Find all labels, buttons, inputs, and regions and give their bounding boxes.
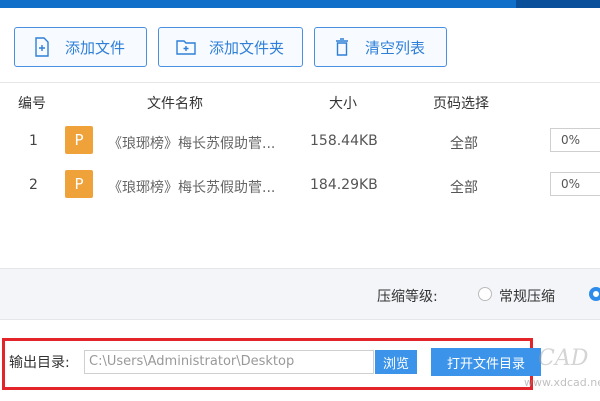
add-folder-button[interactable]: 添加文件夹: [158, 27, 303, 67]
add-file-button[interactable]: 添加文件: [14, 27, 147, 67]
file-name: 《琅琊榜》梅长苏假助菅...: [108, 180, 276, 196]
watermark-logo: CAD: [538, 346, 589, 371]
table-row[interactable]: 1 P 《琅琊榜》梅长苏假助菅... 158.44KB 全部 0%: [0, 120, 600, 164]
column-header-size: 大小: [329, 96, 357, 112]
file-size: 184.29KB: [310, 177, 378, 193]
table-row[interactable]: 2 P 《琅琊榜》梅长苏假助菅... 184.29KB 全部 0%: [0, 164, 600, 208]
column-header-filename: 文件名称: [147, 96, 203, 112]
page-selection[interactable]: 全部: [450, 177, 478, 197]
browse-button[interactable]: 浏览: [375, 350, 417, 374]
normal-compression-radio[interactable]: [478, 287, 492, 301]
active-nav-tab[interactable]: [516, 0, 600, 8]
output-path-input[interactable]: C:\Users\Administrator\Desktop: [84, 350, 374, 374]
clear-list-button[interactable]: 清空列表: [314, 27, 447, 67]
add-folder-icon: [175, 36, 197, 58]
progress-field: 0%: [550, 128, 600, 152]
top-nav-bar: [0, 0, 600, 8]
file-size: 158.44KB: [310, 133, 378, 149]
clear-list-label: 清空列表: [365, 38, 426, 57]
output-directory-label: 输出目录:: [9, 355, 70, 371]
column-header-index: 编号: [18, 96, 46, 112]
file-table-header: 编号 文件名称 大小 页码选择: [0, 82, 600, 118]
file-name: 《琅琊榜》梅长苏假助菅...: [108, 136, 276, 152]
pdf-file-icon: P: [65, 126, 93, 154]
watermark-url: www.xdcad.net: [524, 376, 600, 389]
row-index: 1: [29, 133, 38, 149]
trash-icon: [331, 36, 353, 58]
progress-field: 0%: [550, 172, 600, 196]
column-header-pages: 页码选择: [433, 96, 489, 112]
row-index: 2: [29, 177, 38, 193]
selected-compression-radio[interactable]: [589, 287, 600, 301]
open-directory-button[interactable]: 打开文件目录: [431, 348, 541, 376]
toolbar: 添加文件 添加文件夹 清空列表: [0, 8, 600, 82]
pdf-file-icon: P: [65, 170, 93, 198]
compression-level-label: 压缩等级:: [377, 289, 438, 305]
add-file-icon: [31, 36, 53, 58]
page-selection[interactable]: 全部: [450, 133, 478, 153]
output-bar: 输出目录: C:\Users\Administrator\Desktop 浏览 …: [0, 320, 600, 401]
add-file-label: 添加文件: [65, 38, 126, 57]
normal-compression-label[interactable]: 常规压缩: [499, 286, 555, 306]
compression-level-bar: 压缩等级: 常规压缩: [0, 268, 600, 320]
add-folder-label: 添加文件夹: [209, 38, 285, 57]
